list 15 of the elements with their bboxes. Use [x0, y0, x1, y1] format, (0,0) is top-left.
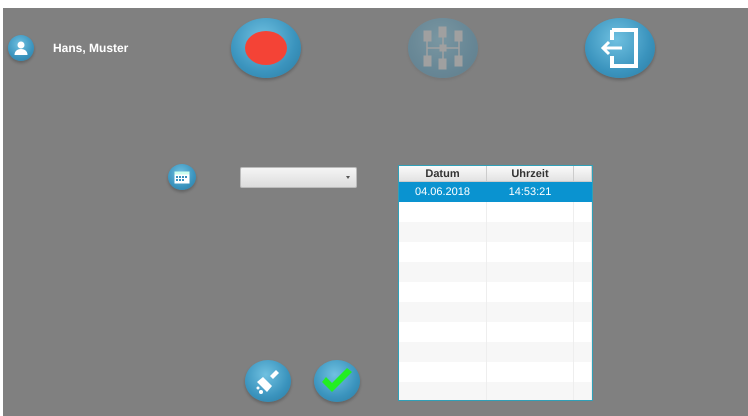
date-dropdown[interactable] [240, 167, 357, 188]
broom-icon [254, 367, 282, 395]
caret-icon [346, 176, 350, 179]
clear-button[interactable] [245, 360, 291, 402]
column-header[interactable]: Datum [399, 166, 487, 182]
column-header [574, 166, 592, 182]
calendar-icon [174, 170, 190, 184]
user-name: Hans, Muster [53, 40, 128, 57]
confirm-button[interactable] [314, 360, 360, 402]
exit-icon [600, 27, 640, 69]
user-icon [8, 35, 34, 61]
calendar-button[interactable] [168, 164, 196, 190]
record-icon [244, 30, 288, 66]
check-icon [320, 367, 354, 395]
column-header[interactable]: Uhrzeit [487, 166, 574, 182]
